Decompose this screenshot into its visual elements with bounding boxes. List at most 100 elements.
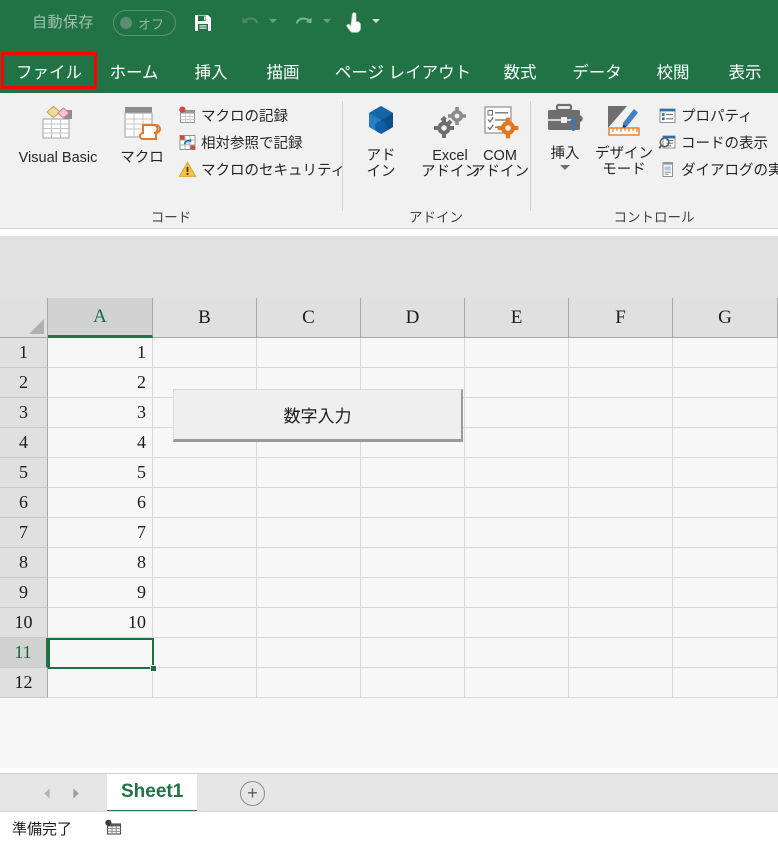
cell-a4[interactable]: 4 [48, 428, 153, 458]
cell-f11[interactable] [569, 638, 673, 668]
cell-d6[interactable] [361, 488, 465, 518]
properties-button[interactable]: プロパティ [658, 105, 753, 126]
cell-g7[interactable] [673, 518, 778, 548]
cell-b11[interactable] [153, 638, 257, 668]
cell-f1[interactable] [569, 338, 673, 368]
cell-f9[interactable] [569, 578, 673, 608]
column-header-e[interactable]: E [465, 298, 569, 338]
tab-view[interactable]: 表示 [717, 48, 773, 93]
undo-icon[interactable] [236, 9, 264, 37]
macro-record-status-icon[interactable] [104, 819, 123, 837]
cell-e9[interactable] [465, 578, 569, 608]
cell-b8[interactable] [153, 548, 257, 578]
use-relative-references-button[interactable]: 相対参照で記録 [178, 132, 303, 153]
cell-b7[interactable] [153, 518, 257, 548]
cell-b6[interactable] [153, 488, 257, 518]
cell-e11[interactable] [465, 638, 569, 668]
touch-mode-icon[interactable] [340, 9, 368, 37]
column-header-a[interactable]: A [48, 298, 153, 338]
cell-a11[interactable] [48, 638, 153, 668]
cell-a7[interactable]: 7 [48, 518, 153, 548]
redo-icon[interactable] [290, 9, 318, 37]
cell-g1[interactable] [673, 338, 778, 368]
select-all-corner[interactable] [0, 298, 48, 338]
cell-e2[interactable] [465, 368, 569, 398]
cell-g10[interactable] [673, 608, 778, 638]
form-button-number-input[interactable]: 数字入力 [173, 389, 463, 442]
cell-g5[interactable] [673, 458, 778, 488]
cell-c7[interactable] [257, 518, 361, 548]
cell-d5[interactable] [361, 458, 465, 488]
cell-c10[interactable] [257, 608, 361, 638]
com-addins-button[interactable]: COM アドイン [466, 103, 534, 180]
cell-g3[interactable] [673, 398, 778, 428]
cell-d8[interactable] [361, 548, 465, 578]
cell-a9[interactable]: 9 [48, 578, 153, 608]
row-header-7[interactable]: 7 [0, 518, 48, 548]
nav-next-icon[interactable] [62, 780, 88, 806]
tab-insert[interactable]: 挿入 [183, 48, 239, 93]
tab-formulas[interactable]: 数式 [492, 48, 548, 93]
tab-review[interactable]: 校閲 [645, 48, 701, 93]
cell-g2[interactable] [673, 368, 778, 398]
cell-f10[interactable] [569, 608, 673, 638]
column-header-b[interactable]: B [153, 298, 257, 338]
macro-security-button[interactable]: マクロのセキュリティ [178, 159, 345, 180]
visual-basic-button[interactable]: Visual Basic [8, 103, 108, 166]
cell-g9[interactable] [673, 578, 778, 608]
add-sheet-icon[interactable]: + [240, 781, 265, 806]
tab-page-layout[interactable]: ページ レイアウト [330, 48, 476, 93]
row-header-4[interactable]: 4 [0, 428, 48, 458]
sheet-tab-sheet1[interactable]: Sheet1 [107, 774, 198, 812]
cell-f4[interactable] [569, 428, 673, 458]
cell-e6[interactable] [465, 488, 569, 518]
cell-f5[interactable] [569, 458, 673, 488]
row-header-8[interactable]: 8 [0, 548, 48, 578]
cell-f8[interactable] [569, 548, 673, 578]
row-header-2[interactable]: 2 [0, 368, 48, 398]
tab-draw[interactable]: 描画 [255, 48, 311, 93]
cell-c1[interactable] [257, 338, 361, 368]
cell-b5[interactable] [153, 458, 257, 488]
cell-b12[interactable] [153, 668, 257, 698]
cell-c12[interactable] [257, 668, 361, 698]
cell-a2[interactable]: 2 [48, 368, 153, 398]
cell-f6[interactable] [569, 488, 673, 518]
record-macro-button[interactable]: マクロの記録 [178, 105, 288, 126]
cell-e7[interactable] [465, 518, 569, 548]
tab-home[interactable]: ホーム [100, 48, 168, 93]
run-dialog-button[interactable]: ダイアログの実 [658, 159, 778, 180]
cell-c9[interactable] [257, 578, 361, 608]
cell-a8[interactable]: 8 [48, 548, 153, 578]
cell-b10[interactable] [153, 608, 257, 638]
cell-e8[interactable] [465, 548, 569, 578]
cell-e5[interactable] [465, 458, 569, 488]
cell-b9[interactable] [153, 578, 257, 608]
row-header-6[interactable]: 6 [0, 488, 48, 518]
cell-c8[interactable] [257, 548, 361, 578]
save-icon[interactable] [189, 9, 217, 37]
cell-f3[interactable] [569, 398, 673, 428]
cell-d1[interactable] [361, 338, 465, 368]
tab-file[interactable]: ファイル [10, 48, 88, 93]
row-header-5[interactable]: 5 [0, 458, 48, 488]
cell-g4[interactable] [673, 428, 778, 458]
cell-g8[interactable] [673, 548, 778, 578]
cell-e10[interactable] [465, 608, 569, 638]
tab-data[interactable]: データ [564, 48, 630, 93]
cell-e1[interactable] [465, 338, 569, 368]
design-mode-button[interactable]: デザイン モード [592, 101, 656, 178]
cell-e3[interactable] [465, 398, 569, 428]
row-header-10[interactable]: 10 [0, 608, 48, 638]
cell-g6[interactable] [673, 488, 778, 518]
addins-button[interactable]: アド イン [352, 103, 410, 180]
column-header-f[interactable]: F [569, 298, 673, 338]
cell-a1[interactable]: 1 [48, 338, 153, 368]
cell-d9[interactable] [361, 578, 465, 608]
view-code-button[interactable]: コードの表示 [658, 132, 768, 153]
undo-dropdown-icon[interactable] [269, 19, 279, 27]
cell-d11[interactable] [361, 638, 465, 668]
cell-d10[interactable] [361, 608, 465, 638]
cell-b1[interactable] [153, 338, 257, 368]
row-header-12[interactable]: 12 [0, 668, 48, 698]
